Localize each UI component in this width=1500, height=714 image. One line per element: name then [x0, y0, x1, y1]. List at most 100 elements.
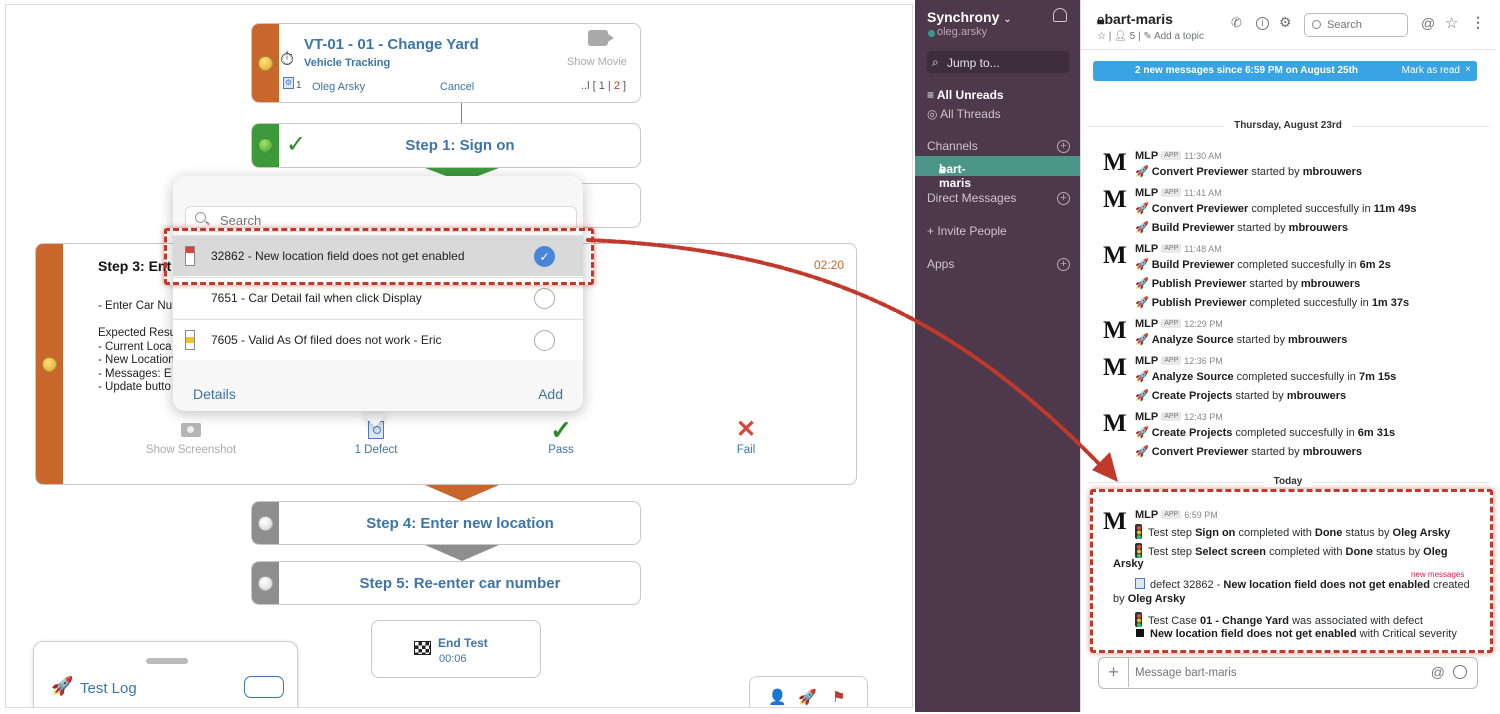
add-defect-button[interactable]: Add — [538, 386, 563, 402]
apps-header[interactable]: Apps — [927, 257, 954, 271]
unchecked-circle-icon[interactable] — [534, 288, 555, 309]
drag-handle[interactable] — [146, 658, 188, 664]
author-name[interactable]: MLP — [1135, 411, 1158, 423]
pencil-icon: ✎ — [1143, 31, 1152, 42]
mlp-avatar[interactable]: M — [1103, 318, 1127, 343]
mention-icon[interactable]: @ — [1431, 664, 1445, 680]
show-movie-button[interactable]: Show Movie — [567, 56, 627, 68]
author-name[interactable]: MLP — [1135, 318, 1158, 330]
step-3-title: Step 3: Ent — [98, 258, 172, 274]
mlp-avatar[interactable]: M — [1103, 411, 1127, 436]
message-line: 🚀 Convert Previewer started by mbrouwers — [1135, 445, 1362, 458]
sidebar-item-all-unreads[interactable]: ≡ All Unreads — [927, 88, 1004, 102]
search-input[interactable] — [1327, 17, 1405, 33]
sidebar-item-bart-maris[interactable]: 🔒︎ bart-maris — [915, 156, 1080, 190]
threads-icon: ◎ — [927, 107, 941, 121]
message-bold: Create Projects — [1151, 390, 1233, 402]
mlp-avatar[interactable]: M — [1103, 509, 1127, 534]
sidebar-item-all-threads[interactable]: ◎ All Threads — [927, 107, 1001, 121]
more-icon[interactable]: ⋮ — [1471, 14, 1485, 31]
cancel-button[interactable]: Cancel — [440, 81, 474, 93]
user-icon[interactable]: 👤 — [768, 688, 787, 706]
end-test-card[interactable]: End Test 00:06 — [371, 620, 541, 678]
page-indicator[interactable]: ..l [ 1 | 2 ] — [581, 80, 626, 92]
defect-search-box[interactable] — [185, 206, 577, 232]
timestamp[interactable]: 11:48 AM — [1184, 244, 1221, 254]
timestamp[interactable]: 11:41 AM — [1184, 188, 1221, 198]
message-item[interactable]: M MLP APP 12:43 PM 🚀 Create Projects complete… — [1103, 411, 1483, 467]
plus-icon: + — [927, 224, 938, 238]
author-name[interactable]: MLP — [1135, 509, 1158, 521]
mlp-avatar[interactable]: M — [1103, 243, 1127, 268]
flag-icon[interactable]: ⚑ — [832, 688, 845, 706]
message-composer[interactable]: + @ — [1098, 657, 1478, 689]
workspace-name[interactable]: Synchrony ⌄ — [927, 9, 1012, 25]
author-name[interactable]: MLP — [1135, 150, 1158, 162]
new-messages-banner[interactable]: 2 new messages since 6:59 PM on August 2… — [1093, 61, 1477, 81]
message-bold: Convert Previewer — [1151, 166, 1249, 178]
rocket-icon[interactable]: 🚀 — [798, 688, 817, 706]
mlp-avatar[interactable]: M — [1103, 187, 1127, 212]
phone-icon[interactable]: ✆ — [1231, 15, 1244, 30]
search-box[interactable] — [1304, 13, 1408, 37]
mlp-avatar[interactable]: M — [1103, 355, 1127, 380]
channels-header[interactable]: Channels — [927, 139, 978, 153]
message-item[interactable]: M MLP APP 11:48 AM 🚀 Build Previewer complete… — [1103, 243, 1483, 318]
step-5-card[interactable]: Step 5: Re-enter car number — [251, 561, 641, 605]
timestamp[interactable]: 11:30 AM — [1184, 151, 1221, 161]
message-line: 🚀 Publish Previewer completed succesfully… — [1135, 296, 1409, 309]
timestamp[interactable]: 12:29 PM — [1184, 319, 1223, 329]
step-4-card[interactable]: Step 4: Enter new location — [251, 501, 641, 545]
add-app-icon[interactable]: + — [1057, 258, 1070, 271]
message-item[interactable]: M MLP APP 11:30 AM 🚀 Convert Previewer starte… — [1103, 150, 1483, 187]
add-dm-icon[interactable]: + — [1057, 192, 1070, 205]
details-button[interactable]: Details — [193, 386, 236, 402]
members-icon[interactable]: 👤︎ — [1114, 31, 1127, 42]
bell-icon[interactable] — [1053, 8, 1067, 22]
author-name[interactable]: MLP — [1135, 355, 1158, 367]
add-channel-icon[interactable]: + — [1057, 140, 1070, 153]
author-name[interactable]: MLP — [1135, 243, 1158, 255]
direct-messages-header[interactable]: Direct Messages — [927, 191, 1016, 205]
test-case-card[interactable]: ⏱ VT-01 - 01 - Change Yard Vehicle Track… — [251, 23, 641, 103]
message-item[interactable]: M MLP APP 11:41 AM 🚀 Convert Previewer comple… — [1103, 187, 1483, 243]
message-input[interactable] — [1135, 664, 1425, 682]
defect-row[interactable]: 7605 - Valid As Of filed does not work -… — [173, 319, 583, 360]
star-icon[interactable]: ☆ — [1097, 31, 1106, 42]
mentions-icon[interactable]: @ — [1421, 15, 1435, 31]
member-count[interactable]: 5 — [1130, 31, 1136, 42]
timestamp[interactable]: 12:36 PM — [1184, 356, 1223, 366]
message-item[interactable]: M MLP APP 12:36 PM 🚀 Analyze Source completed… — [1103, 355, 1483, 411]
message-text: Test step — [1148, 527, 1196, 539]
message-item[interactable]: M MLP APP 12:29 PM 🚀 Analyze Source started b… — [1103, 318, 1483, 355]
invite-people-link[interactable]: + Invite People — [927, 224, 1007, 238]
attach-plus-icon[interactable]: + — [1099, 658, 1129, 687]
mlp-avatar[interactable]: M — [1103, 150, 1127, 175]
show-screenshot-button[interactable]: Show Screenshot — [131, 416, 251, 456]
flow-connector-arrow — [425, 545, 499, 561]
author-name[interactable]: MLP — [1135, 187, 1158, 199]
timestamp[interactable]: 6:59 PM — [1184, 510, 1218, 520]
starred-icon[interactable]: ☆ — [1445, 14, 1458, 32]
selected-check-icon[interactable]: ✓ — [534, 246, 555, 267]
pass-button[interactable]: ✓ Pass — [501, 416, 621, 456]
fail-button[interactable]: ✕ Fail — [686, 416, 806, 456]
info-icon[interactable]: i — [1256, 17, 1269, 30]
defect-row[interactable]: 32862 - New location field does not get … — [173, 235, 583, 276]
message-text: status by — [1342, 527, 1393, 539]
defect-search-input[interactable] — [220, 210, 560, 230]
jump-to-button[interactable]: ⌕ Jump to... — [927, 51, 1069, 73]
message-today[interactable]: M MLP APP 6:59 PM Test step Sign on comple… — [1103, 509, 1483, 649]
unchecked-circle-icon[interactable] — [534, 330, 555, 351]
mark-as-read-button[interactable]: Mark as read — [1402, 65, 1460, 76]
defect-row[interactable]: 7651 - Car Detail fail when click Displa… — [173, 277, 583, 318]
step-1-card[interactable]: ✓ Step 1: Sign on — [251, 123, 641, 168]
close-icon[interactable]: × — [1465, 64, 1471, 75]
gear-icon[interactable]: ⚙ — [1279, 14, 1292, 30]
test-log-panel[interactable]: 🚀 Test Log — [33, 641, 298, 707]
timestamp[interactable]: 12:43 PM — [1184, 412, 1223, 422]
movie-camera-icon[interactable] — [588, 30, 614, 46]
add-topic-link[interactable]: Add a topic — [1154, 31, 1204, 42]
emoji-icon[interactable] — [1453, 665, 1467, 679]
scroll-toggle-icon[interactable] — [244, 676, 284, 698]
